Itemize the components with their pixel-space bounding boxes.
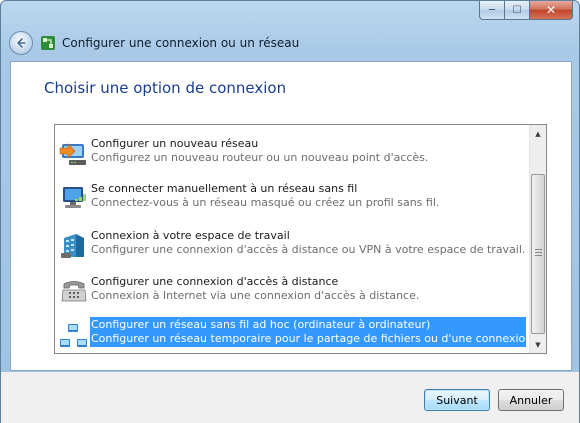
window-title: Configurer une connexion ou un réseau xyxy=(62,36,300,50)
footer-bar: Suivant Annuler xyxy=(1,372,579,423)
grip-icon xyxy=(535,249,542,258)
option-text: Se connecter manuellement à un réseau sa… xyxy=(91,182,526,210)
scroll-down-button[interactable]: ▼ xyxy=(530,336,546,353)
option-description: Configurer un réseau temporaire pour le … xyxy=(91,332,547,345)
dialog-window: ─ ☐ ✕ Configurer une connexion ou un rés… xyxy=(0,0,580,423)
option-title: Configurer un réseau sans fil ad hoc (or… xyxy=(91,318,431,331)
option-text: Configurer une connexion d'accès à dista… xyxy=(91,275,526,303)
wireless-computer-icon xyxy=(63,187,86,208)
option-text: Connexion à votre espace de travail Conf… xyxy=(91,229,526,257)
option-manual-wireless[interactable]: Se connecter manuellement à un réseau sa… xyxy=(55,175,530,213)
maximize-button[interactable]: ☐ xyxy=(505,1,530,20)
option-new-network[interactable]: Configurer un nouveau réseau Configurez … xyxy=(55,130,530,168)
option-text: Configurer un réseau sans fil ad hoc (or… xyxy=(90,317,547,347)
adhoc-network-icon xyxy=(60,324,87,347)
option-title: Configurer un nouveau réseau xyxy=(91,137,259,150)
option-description: Connexion à Internet via une connexion d… xyxy=(91,289,420,302)
router-setup-icon xyxy=(59,143,86,165)
connection-options-list[interactable]: Configurer un nouveau réseau Configurez … xyxy=(54,124,547,354)
arrow-up-icon: ▲ xyxy=(535,129,541,138)
arrow-down-icon: ▼ xyxy=(535,340,541,349)
option-description: Configurez un nouveau routeur ou un nouv… xyxy=(91,151,429,164)
vertical-scrollbar[interactable]: ▲ ▼ xyxy=(529,125,546,353)
title-bar: Configurer une connexion ou un réseau xyxy=(9,30,299,56)
option-title: Se connecter manuellement à un réseau sa… xyxy=(91,182,358,195)
content-panel: Choisir une option de connexion Configur… xyxy=(10,61,572,371)
scroll-thumb[interactable] xyxy=(531,174,545,334)
back-arrow-icon xyxy=(15,37,27,49)
close-icon: ✕ xyxy=(545,3,557,17)
option-adhoc[interactable]: Configurer un réseau sans fil ad hoc (or… xyxy=(55,314,547,352)
next-button[interactable]: Suivant xyxy=(424,389,490,411)
minimize-icon: ─ xyxy=(488,4,496,16)
cancel-button[interactable]: Annuler xyxy=(498,389,564,411)
page-heading: Choisir une option de connexion xyxy=(44,79,287,97)
option-description: Configurer une connexion d'accès à dista… xyxy=(91,243,526,256)
minimize-button[interactable]: ─ xyxy=(479,1,505,20)
close-button[interactable]: ✕ xyxy=(530,1,573,20)
option-text: Configurer un nouveau réseau Configurez … xyxy=(91,137,526,165)
maximize-icon: ☐ xyxy=(512,4,522,16)
option-title: Connexion à votre espace de travail xyxy=(91,229,290,242)
option-workplace[interactable]: Connexion à votre espace de travail Conf… xyxy=(55,222,530,260)
scroll-up-button[interactable]: ▲ xyxy=(530,125,546,142)
option-description: Connectez-vous à un réseau masqué ou cré… xyxy=(91,196,440,209)
workplace-building-icon xyxy=(61,234,84,258)
back-button[interactable] xyxy=(9,31,33,55)
option-title: Configurer une connexion d'accès à dista… xyxy=(91,275,339,288)
dialup-phone-icon xyxy=(61,281,87,302)
network-app-icon xyxy=(41,36,55,50)
option-dialup[interactable]: Configurer une connexion d'accès à dista… xyxy=(55,268,530,306)
caption-buttons: ─ ☐ ✕ xyxy=(479,1,573,20)
